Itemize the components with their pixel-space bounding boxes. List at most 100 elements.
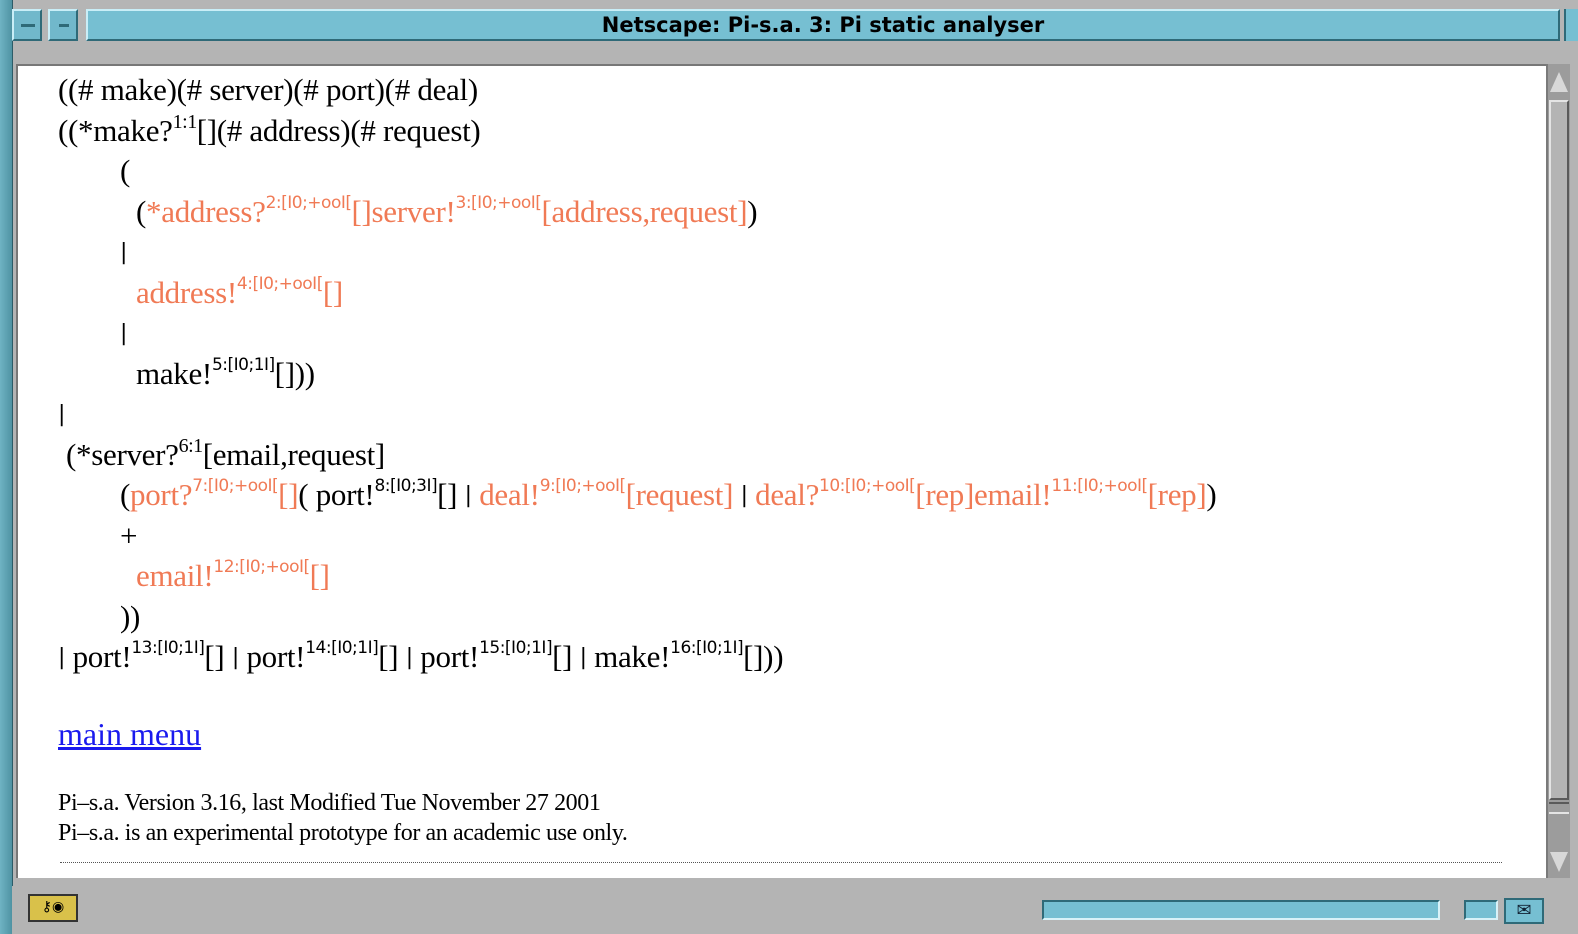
scrollbar-notch (1549, 802, 1569, 814)
mail-envelope-icon[interactable]: ✉ (1504, 898, 1544, 924)
label-annotation: 15:[I0;1I] (479, 638, 553, 658)
code-text: make! (594, 639, 671, 674)
minimize-button[interactable] (48, 9, 78, 41)
parallel-bar: | (120, 321, 128, 346)
code-text-highlighted: [rep]email! (915, 477, 1052, 512)
main-menu-link[interactable]: main menu (58, 716, 201, 753)
code-text: [](# address)(# request) (196, 112, 481, 148)
code-text: [email,request] (202, 436, 386, 472)
code-text: ( (136, 193, 147, 229)
code-line-11: (port?7:[I0;+ooI[[]( port!8:[I0;3I][] | … (58, 475, 1217, 516)
parallel-bar: | (58, 645, 66, 670)
scroll-down-arrow-icon[interactable] (1550, 852, 1568, 872)
label-annotation: 2:[I0;+ooI[ (265, 192, 352, 213)
label-annotation: 14:[I0;1I] (305, 638, 379, 658)
code-text-highlighted: [] (278, 477, 299, 512)
parallel-bar: | (120, 240, 128, 265)
code-text-highlighted: [] (322, 274, 343, 310)
scrollbar-thumb[interactable] (1549, 100, 1569, 800)
code-text: [] (552, 639, 573, 674)
parallel-bar: | (58, 402, 66, 427)
code-text-highlighted: [request] (625, 477, 734, 512)
window-menu-button[interactable] (12, 9, 42, 41)
lock-key-icon[interactable]: ⚷◉ (28, 894, 78, 922)
code-line-7: | (58, 313, 1216, 354)
scroll-up-arrow-icon[interactable] (1550, 72, 1568, 92)
code-text-highlighted: [rep] (1147, 477, 1207, 512)
code-text: ((*make? (58, 112, 173, 148)
code-text: (*server? (66, 436, 179, 472)
code-text-highlighted: [] (309, 558, 330, 593)
code-text: [])) (743, 639, 784, 674)
code-line-6: address!4:[I0;+ooI[[] (58, 273, 1216, 314)
code-text: ((# make)(# server)(# port)(# deal) (58, 72, 478, 107)
label-annotation: 8:[I0;3I] (374, 476, 438, 496)
parallel-bar: | (740, 483, 748, 508)
label-annotation: 9:[I0;+ooI[ (539, 476, 626, 496)
code-text-highlighted: []server! (351, 193, 456, 229)
parallel-bar: | (579, 645, 587, 670)
code-text: make! (136, 355, 212, 391)
version-text: Pi–s.a. Version 3.16, last Modified Tue … (58, 790, 601, 816)
label-annotation: 16:[I0;1I] (670, 638, 744, 658)
code-text: ) (747, 193, 758, 229)
horizontal-rule (60, 862, 1502, 863)
code-line-5: | (58, 232, 1216, 273)
code-line-14: )) (58, 597, 1216, 638)
page-content: ((# make)(# server)(# port)(# deal) ((*m… (16, 64, 1546, 878)
code-text: ( port! (298, 477, 375, 512)
code-text: ) (1206, 477, 1217, 512)
parallel-bar: | (464, 483, 472, 508)
status-bar: ⚷◉ ✉ (12, 886, 1578, 934)
choice-plus: + (120, 517, 138, 553)
window-titlebar: Netscape: Pi-s.a. 3: Pi static analyser (0, 0, 1578, 934)
code-line-3: ( (58, 151, 1216, 192)
code-line-4: (*address?2:[I0;+ooI[[]server!3:[I0;+ooI… (58, 192, 1216, 233)
progress-bar (1042, 900, 1440, 920)
label-annotation: 11:[I0;+ooI[ (1051, 476, 1148, 496)
code-text-highlighted: *address? (146, 193, 266, 229)
code-line-9: | (58, 394, 1216, 435)
code-text-highlighted: email! (136, 558, 214, 593)
code-text-highlighted: deal! (479, 477, 540, 512)
window-frame-left (0, 0, 13, 934)
parallel-bar: | (405, 645, 413, 670)
code-text-highlighted: port? (130, 477, 193, 512)
window-title: Netscape: Pi-s.a. 3: Pi static analyser (86, 9, 1560, 41)
code-line-2: ((*make?1:1[](# address)(# request) (58, 111, 1216, 152)
code-line-12: + (58, 516, 1216, 557)
code-text: )) (120, 598, 141, 634)
progress-indicator (1464, 900, 1498, 920)
code-text-highlighted: deal? (755, 477, 820, 512)
label-annotation: 10:[I0;+ooI[ (819, 476, 916, 496)
pi-calculus-code: ((# make)(# server)(# port)(# deal) ((*m… (58, 70, 1217, 678)
code-line-15: | port!13:[I0;1I][] | port!14:[I0;1I][] … (58, 637, 1216, 678)
code-line-1: ((# make)(# server)(# port)(# deal) (58, 70, 1216, 111)
code-line-10: (*server?6:1[email,request] (58, 435, 1216, 476)
code-text: [] (437, 477, 458, 512)
label-annotation: 4:[I0;+ooI[ (236, 273, 323, 294)
code-text: [] (204, 639, 225, 674)
parallel-bar: | (231, 645, 239, 670)
code-text-highlighted: [address,request] (541, 193, 748, 229)
code-text: ( (120, 153, 131, 188)
disclaimer-text: Pi–s.a. is an experimental prototype for… (58, 820, 628, 846)
code-text: port! (246, 639, 306, 674)
minimize-icon (59, 24, 69, 27)
code-line-8: make!5:[I0;1I][])) (58, 354, 1216, 395)
vertical-scrollbar[interactable] (1546, 64, 1570, 878)
page-footer: Pi–s.a. Version 3.16, last Modified Tue … (58, 788, 628, 848)
label-annotation: 3:[I0;+ooI[ (455, 192, 542, 213)
window-menu-icon (21, 24, 35, 27)
label-annotation: 6:1 (178, 434, 204, 457)
window-frame-right (1564, 9, 1578, 41)
label-annotation: 7:[I0;+ooI[ (192, 476, 279, 496)
code-text: ( (120, 477, 131, 512)
code-text-highlighted: address! (136, 274, 237, 310)
label-annotation: 12:[I0;+ooI[ (213, 557, 310, 577)
code-text: port! (420, 639, 480, 674)
label-annotation: 1:1 (172, 110, 198, 133)
label-annotation: 13:[I0;1I] (131, 638, 205, 658)
code-line-13: email!12:[I0;+ooI[[] (58, 556, 1216, 597)
code-text: [])) (274, 355, 315, 391)
